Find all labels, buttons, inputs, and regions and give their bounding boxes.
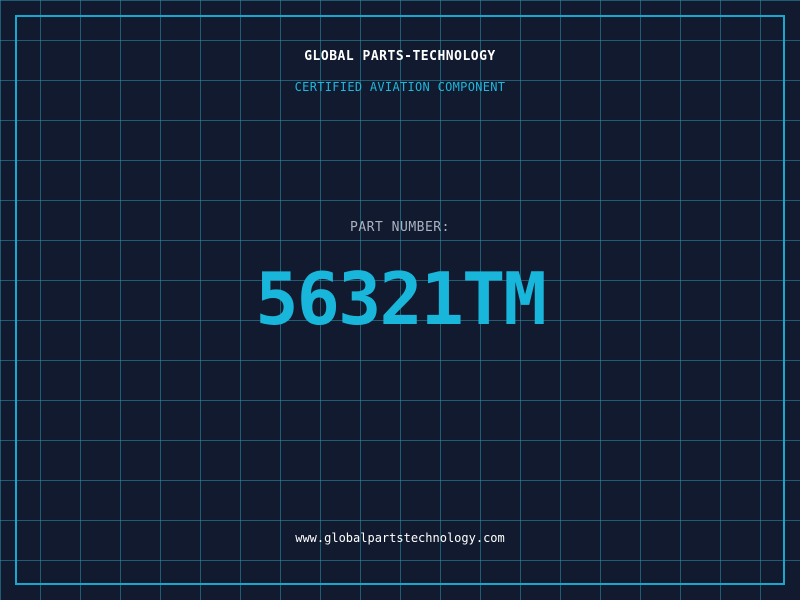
company-name: GLOBAL PARTS-TECHNOLOGY xyxy=(304,49,496,64)
certification-subtitle: CERTIFIED AVIATION COMPONENT xyxy=(294,80,506,94)
part-number-value: 56321TM xyxy=(255,257,546,341)
part-number-label: PART NUMBER: xyxy=(350,220,450,235)
part-label-card: GLOBAL PARTS-TECHNOLOGY CERTIFIED AVIATI… xyxy=(0,0,800,600)
website-link[interactable]: www.globalpartstechnology.com xyxy=(0,531,800,545)
